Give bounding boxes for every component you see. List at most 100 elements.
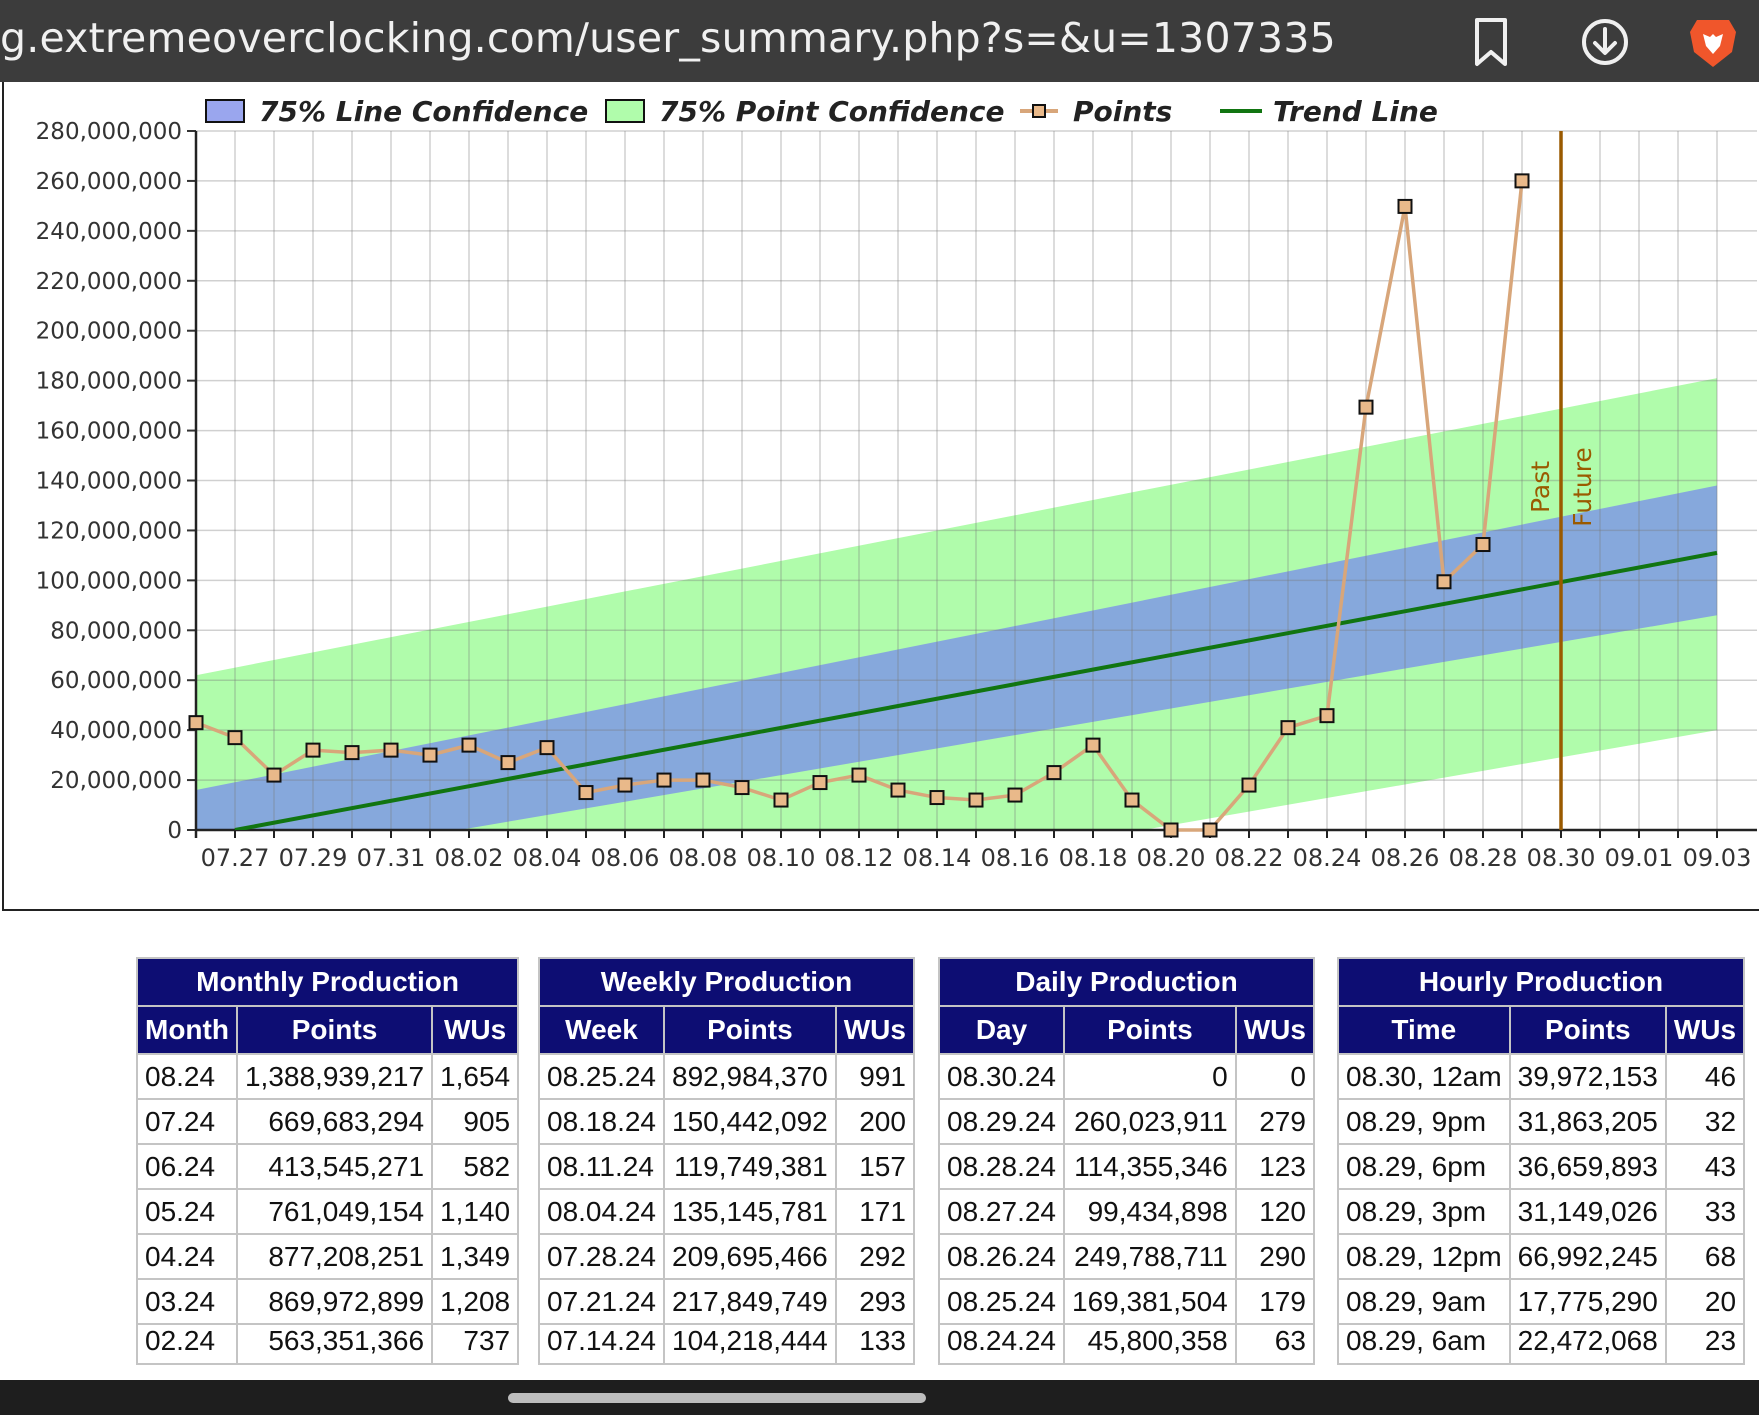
points-cell: 217,849,749 — [663, 1278, 837, 1325]
data-point-marker — [500, 755, 516, 771]
wus-cell: 133 — [834, 1323, 915, 1365]
points-cell: 877,208,251 — [235, 1233, 434, 1280]
points-cell: 761,049,154 — [235, 1188, 434, 1235]
data-point-marker — [1241, 777, 1257, 793]
data-point-marker — [1007, 787, 1023, 803]
table-row: 08.29, 6am 22,472,068 23 — [1337, 1323, 1746, 1365]
points-cell: 150,442,092 — [663, 1098, 837, 1145]
wus-cell: 292 — [834, 1233, 915, 1280]
table-row: 07.21.24 217,849,749 293 — [538, 1278, 915, 1325]
data-point-marker — [1358, 399, 1374, 415]
row-label: 07.14.24 — [538, 1323, 665, 1365]
column-header-week: Week — [538, 1005, 665, 1055]
data-point-marker — [461, 737, 477, 753]
address-bar[interactable]: g.extremeoverclocking.com/user_summary.p… — [0, 14, 1336, 62]
y-tick-label: 40,000,000 — [50, 718, 182, 744]
y-tick-label: 240,000,000 — [36, 219, 182, 245]
x-tick-label: 08.06 — [591, 844, 660, 872]
y-tick-label: 200,000,000 — [36, 319, 182, 345]
x-tick-label: 08.22 — [1215, 844, 1284, 872]
brave-lion-icon[interactable] — [1683, 12, 1743, 72]
table-row: 08.29, 3pm 31,149,026 33 — [1337, 1188, 1746, 1235]
wus-cell: 293 — [834, 1278, 915, 1325]
points-cell: 17,775,290 — [1508, 1278, 1667, 1325]
table-row: 08.30, 12am 39,972,153 46 — [1337, 1053, 1746, 1100]
points-cell: 36,659,893 — [1508, 1143, 1667, 1190]
wus-cell: 63 — [1234, 1323, 1315, 1365]
wus-cell: 20 — [1664, 1278, 1746, 1325]
table-row: 08.29, 9pm 31,863,205 32 — [1337, 1098, 1746, 1145]
monthly-production-table: Monthly Production Month Points WUs 08.24 1,3… — [135, 957, 520, 1365]
table-row: 08.25.24 892,984,370 991 — [538, 1053, 915, 1100]
row-label: 04.24 — [136, 1233, 238, 1280]
table-row: 08.29.24 260,023,911 279 — [938, 1098, 1315, 1145]
points-cell: 669,683,294 — [235, 1098, 434, 1145]
data-point-marker — [656, 772, 672, 788]
row-label: 08.28.24 — [938, 1143, 1065, 1190]
table-row: 08.25.24 169,381,504 179 — [938, 1278, 1315, 1325]
wus-cell: 68 — [1664, 1233, 1746, 1280]
column-header-points: Points — [663, 1005, 837, 1055]
points-cell: 209,695,466 — [663, 1233, 837, 1280]
y-tick-label: 20,000,000 — [50, 768, 182, 794]
x-tick-label: 09.01 — [1605, 844, 1674, 872]
row-label: 08.29, 6pm — [1337, 1143, 1511, 1190]
row-label: 08.29, 9am — [1337, 1278, 1511, 1325]
table-row: 08.29, 12pm 66,992,245 68 — [1337, 1233, 1746, 1280]
points-cell: 22,472,068 — [1508, 1323, 1667, 1365]
legend-label: Trend Line — [1273, 95, 1438, 128]
table-row: 08.29, 9am 17,775,290 20 — [1337, 1278, 1746, 1325]
points-cell: 119,749,381 — [663, 1143, 837, 1190]
x-tick-label: 08.12 — [825, 844, 894, 872]
row-label: 08.29, 3pm — [1337, 1188, 1511, 1235]
table-row: 05.24 761,049,154 1,140 — [136, 1188, 520, 1235]
wus-cell: 905 — [431, 1098, 520, 1145]
browser-toolbar: g.extremeoverclocking.com/user_summary.p… — [0, 0, 1759, 82]
home-gesture-handle[interactable] — [508, 1393, 926, 1403]
data-point-marker — [1163, 822, 1179, 838]
wus-cell: 123 — [1234, 1143, 1315, 1190]
x-tick-label: 08.26 — [1371, 844, 1440, 872]
row-label: 08.29.24 — [938, 1098, 1065, 1145]
download-icon[interactable] — [1575, 12, 1635, 72]
row-label: 07.28.24 — [538, 1233, 665, 1280]
x-tick-label: 07.29 — [279, 844, 348, 872]
y-tick-label: 60,000,000 — [50, 668, 182, 694]
data-point-marker — [1046, 765, 1062, 781]
table-row: 02.24 563,351,366 737 — [136, 1323, 520, 1365]
x-tick-label: 08.28 — [1449, 844, 1518, 872]
table-row: 04.24 877,208,251 1,349 — [136, 1233, 520, 1280]
wus-cell: 737 — [431, 1323, 520, 1365]
data-point-marker — [851, 767, 867, 783]
bookmark-icon[interactable] — [1461, 12, 1521, 72]
wus-cell: 1,654 — [431, 1053, 520, 1100]
row-label: 02.24 — [136, 1323, 238, 1365]
column-header-time: Time — [1337, 1005, 1511, 1055]
column-header-points: Points — [1508, 1005, 1667, 1055]
y-tick-label: 80,000,000 — [50, 618, 182, 644]
table-row: 07.24 669,683,294 905 — [136, 1098, 520, 1145]
table-row: 08.27.24 99,434,898 120 — [938, 1188, 1315, 1235]
y-tick-label: 160,000,000 — [36, 419, 182, 445]
row-label: 07.21.24 — [538, 1278, 665, 1325]
wus-cell: 23 — [1664, 1323, 1746, 1365]
data-point-marker — [305, 742, 321, 758]
wus-cell: 120 — [1234, 1188, 1315, 1235]
data-point-marker — [1085, 737, 1101, 753]
wus-cell: 582 — [431, 1143, 520, 1190]
row-label: 05.24 — [136, 1188, 238, 1235]
legend-label: Points — [1073, 95, 1172, 128]
table-row: 08.04.24 135,145,781 171 — [538, 1188, 915, 1235]
y-tick-label: 260,000,000 — [36, 169, 182, 195]
legend-label: 75% Line Confidence — [259, 95, 588, 128]
table-row: 07.28.24 209,695,466 292 — [538, 1233, 915, 1280]
points-cell: 169,381,504 — [1063, 1278, 1237, 1325]
wus-cell: 1,140 — [431, 1188, 520, 1235]
data-point-marker — [929, 790, 945, 806]
table-row: 06.24 413,545,271 582 — [136, 1143, 520, 1190]
row-label: 08.24.24 — [938, 1323, 1065, 1365]
data-point-marker — [812, 775, 828, 791]
x-tick-label: 08.30 — [1527, 844, 1596, 872]
x-tick-label: 08.20 — [1137, 844, 1206, 872]
data-point-marker — [578, 785, 594, 801]
